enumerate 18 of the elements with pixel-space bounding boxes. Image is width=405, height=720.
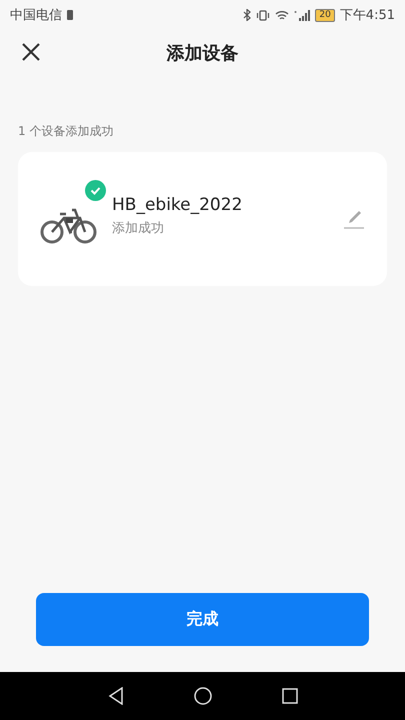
device-status: 添加成功 <box>112 220 165 237</box>
battery-level: 20 <box>315 8 335 22</box>
recent-nav-icon[interactable] <box>282 688 298 704</box>
vibrate-icon <box>256 10 270 20</box>
signal-icon <box>294 10 310 20</box>
page-title: 添加设备 <box>166 42 238 65</box>
device-name: HB_ebike_2022 <box>112 195 244 215</box>
home-nav-icon[interactable] <box>194 687 212 705</box>
back-nav-icon[interactable] <box>108 687 124 705</box>
bluetooth-icon <box>243 9 252 21</box>
status-time: 下午4:51 <box>340 7 395 24</box>
carrier-name: 中国电信 <box>10 7 62 24</box>
done-button[interactable]: 完成 <box>36 593 369 646</box>
summary-text: 1 个设备添加成功 <box>18 123 114 140</box>
wifi-icon <box>275 10 290 20</box>
bicycle-icon <box>40 206 98 244</box>
sim-icon <box>67 10 73 20</box>
close-button[interactable] <box>22 43 40 61</box>
